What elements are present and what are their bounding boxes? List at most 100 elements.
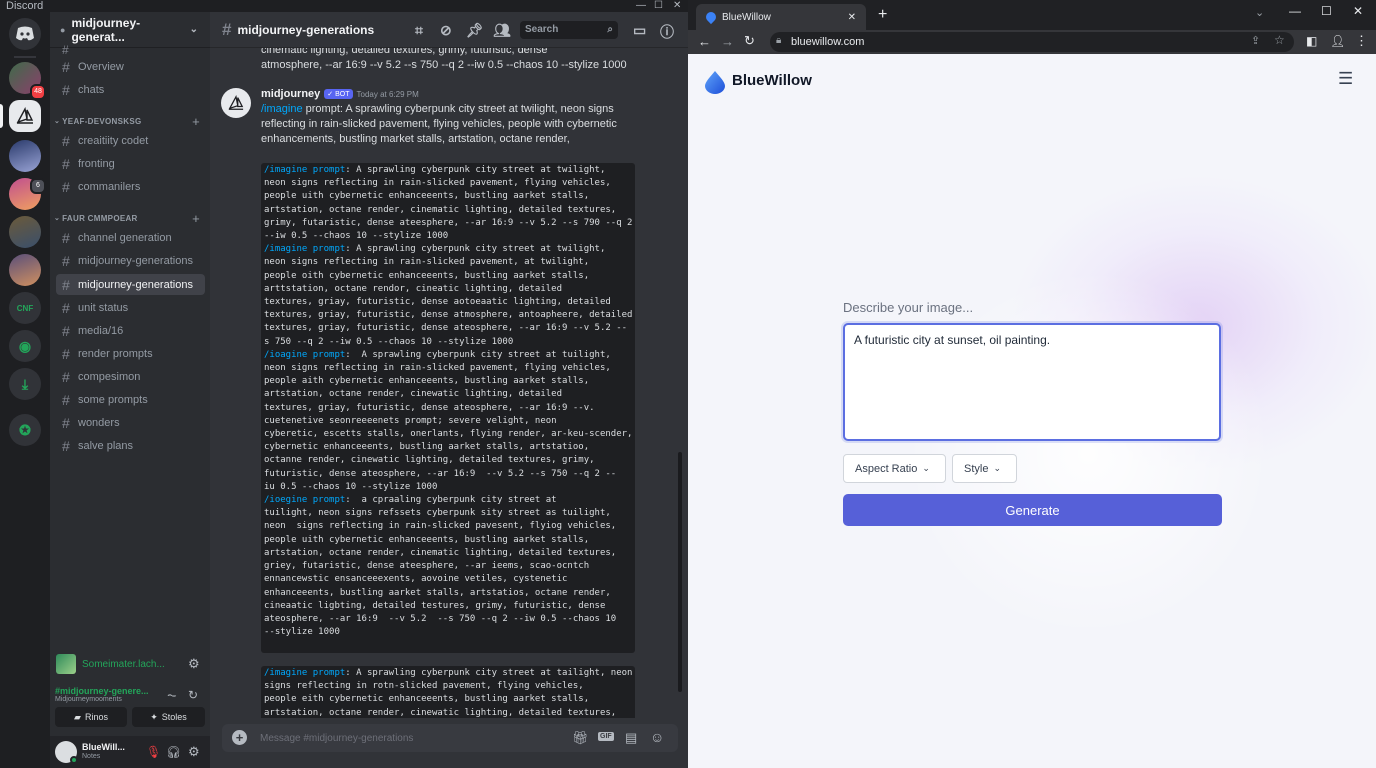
hash-icon: #	[62, 391, 70, 408]
code-text: grimy, futaristic, dense ateesphere, --a…	[264, 217, 633, 228]
address-bar[interactable]: 🔒︎ bluewillow.com ⇪ ☆	[770, 32, 1294, 52]
bluewillow-logo-icon[interactable]	[704, 70, 725, 94]
channel-label: midjourney-generations	[78, 254, 193, 267]
bookmark-star-icon[interactable]: ☆	[1274, 33, 1285, 47]
aspect-ratio-dropdown[interactable]: Aspect Ratio ⌄	[843, 454, 946, 483]
gift-icon[interactable]: 🎁︎	[572, 730, 589, 746]
sticker-icon[interactable]: ▤	[625, 730, 637, 746]
server-header[interactable]: ● midjourney-generat... ⌄	[50, 12, 210, 48]
add-attachment-icon[interactable]: +	[232, 730, 247, 745]
add-channel-icon[interactable]: +	[192, 114, 200, 129]
server-rail: 48 6 CNF ◉ ⤓ ✪	[0, 12, 50, 768]
close-icon[interactable]: ✕	[673, 0, 681, 12]
server-icon-art-4[interactable]	[9, 216, 41, 248]
minimize-icon[interactable]: —	[1289, 4, 1301, 18]
command-mention[interactable]: /imagine	[261, 103, 303, 115]
rtc-button-1[interactable]: ▰ Rinos	[55, 707, 127, 727]
generate-button[interactable]: Generate	[843, 494, 1222, 526]
channel-item[interactable]: # commanilers	[56, 176, 205, 197]
channel-item[interactable]: # unit status	[56, 297, 205, 318]
code-line: artstation, octane render, cinewatic lig…	[264, 388, 632, 401]
code-text: neon signs reflecting in rain-slicked pa…	[264, 363, 611, 374]
channel-item-active[interactable]: # midjourney-generations	[56, 274, 205, 295]
rtc-button-2[interactable]: ✦ Stoles	[132, 707, 205, 727]
channel-item[interactable]: # wonders	[56, 412, 205, 433]
pin-icon[interactable]: 📌︎	[466, 22, 484, 39]
code-line: neon signs reflecting in rain-slicked pa…	[264, 256, 632, 269]
scrollbar[interactable]	[678, 452, 682, 692]
back-icon[interactable]: ←	[698, 34, 711, 49]
code-text: neon signs reflecting in rain-slicked pa…	[264, 257, 590, 268]
chevron-down-icon: ⌄	[922, 463, 930, 473]
emoji-icon[interactable]: ☺	[650, 729, 664, 745]
channel-overview[interactable]: # Overview	[56, 56, 205, 77]
avatar[interactable]	[55, 741, 78, 764]
category-header-1[interactable]: ⌄ YEAF-DEVONSKSG +	[54, 114, 204, 129]
download-icon[interactable]: ⤓	[9, 368, 41, 400]
channel-item[interactable]: # media/16	[56, 320, 205, 341]
chevron-down-icon[interactable]: ⌄	[190, 24, 198, 35]
tab-search-icon[interactable]: ⌄	[1255, 6, 1264, 19]
tab-strip: BlueWillow ✕ + ⌄ — ☐ ✕	[688, 0, 1376, 30]
avatar[interactable]	[221, 88, 251, 118]
voice-user-row[interactable]: Someimater.lach... ⚙	[50, 646, 210, 682]
tab-close-icon[interactable]: ✕	[848, 12, 856, 23]
kebab-menu-icon[interactable]: ⋮	[1355, 33, 1368, 49]
code-line: ateosphere, --ar 16:9 --v 5.2 --s 750 --…	[264, 613, 632, 626]
new-tab-icon[interactable]: +	[878, 6, 887, 24]
prompt-textarea[interactable]: A futuristic city at sunset, oil paintin…	[843, 323, 1221, 441]
mute-icon[interactable]: 🎙︎	[146, 745, 161, 759]
inbox-icon[interactable]: ▭	[633, 22, 646, 39]
headphones-icon[interactable]: 🎧︎	[166, 745, 181, 759]
noise-suppression-icon[interactable]: ⏦	[167, 688, 177, 703]
maximize-icon[interactable]: ☐	[1321, 4, 1332, 18]
close-icon[interactable]: ✕	[1353, 4, 1363, 18]
channel-item[interactable]: # fronting	[56, 153, 205, 174]
help-icon[interactable]: ⓘ	[660, 22, 674, 42]
channel-item[interactable]: # midjourney-generations	[56, 250, 205, 271]
hash-icon: #	[62, 437, 70, 454]
explore-icon[interactable]: ◉	[9, 330, 41, 362]
lock-icon[interactable]: 🔒︎	[776, 35, 781, 46]
channel-item[interactable]: # channel generation	[56, 227, 205, 248]
category-header-2[interactable]: ⌄ FAUR CMMPOEAR +	[54, 211, 204, 226]
discord-home-icon[interactable]	[9, 18, 41, 50]
style-dropdown[interactable]: Style ⌄	[952, 454, 1017, 483]
message-author[interactable]: midjourney	[261, 88, 320, 100]
reload-icon[interactable]: ↻	[744, 33, 755, 49]
discover-compass-icon[interactable]: ✪	[9, 414, 41, 446]
channel-chats[interactable]: # chats	[56, 79, 205, 100]
side-panel-icon[interactable]: ◧	[1306, 34, 1317, 48]
notification-mute-icon[interactable]: ⊘	[440, 22, 452, 39]
share-icon[interactable]: ⇪	[1251, 34, 1260, 47]
channel-item[interactable]: # some prompts	[56, 389, 205, 410]
server-icon-art-2[interactable]	[9, 140, 41, 172]
chevron-down-icon: ⌄	[993, 463, 1002, 473]
channel-label: fronting	[78, 157, 115, 170]
maximize-icon[interactable]: ☐	[654, 0, 663, 12]
hamburger-menu-icon[interactable]: ☰	[1338, 69, 1353, 89]
message-input[interactable]: + Message #midjourney-generations 🎁︎ GIF…	[222, 724, 678, 752]
server-icon-midjourney[interactable]	[9, 100, 41, 132]
disconnect-icon[interactable]: ↻	[188, 688, 198, 702]
search-input[interactable]: Search ⌕	[520, 21, 618, 39]
server-icon-cnf[interactable]: CNF	[9, 292, 41, 324]
user-settings-gear-icon[interactable]: ⚙	[188, 744, 200, 760]
gif-icon[interactable]: GIF	[598, 732, 614, 741]
forward-icon[interactable]: →	[721, 34, 734, 49]
channel-item[interactable]: # render prompts	[56, 343, 205, 364]
add-channel-icon[interactable]: +	[192, 211, 200, 226]
minimize-icon[interactable]: —	[636, 0, 646, 12]
code-text: textures, griay, futuristic, dense ateos…	[264, 402, 595, 413]
channel-item[interactable]: # creaitiity codet	[56, 130, 205, 151]
member-list-icon[interactable]: 👥︎	[493, 22, 511, 39]
brand-name[interactable]: BlueWillow	[732, 72, 812, 89]
server-icon-art-5[interactable]	[9, 254, 41, 286]
browser-tab[interactable]: BlueWillow ✕	[696, 4, 866, 30]
hash-icon: #	[62, 252, 70, 269]
profile-icon[interactable]: 👤︎	[1330, 34, 1345, 48]
channel-item[interactable]: # salve plans	[56, 435, 205, 456]
gear-icon[interactable]: ⚙	[188, 656, 200, 672]
channel-item[interactable]: # compesimon	[56, 366, 205, 387]
threads-icon[interactable]: ⌗	[415, 22, 423, 39]
